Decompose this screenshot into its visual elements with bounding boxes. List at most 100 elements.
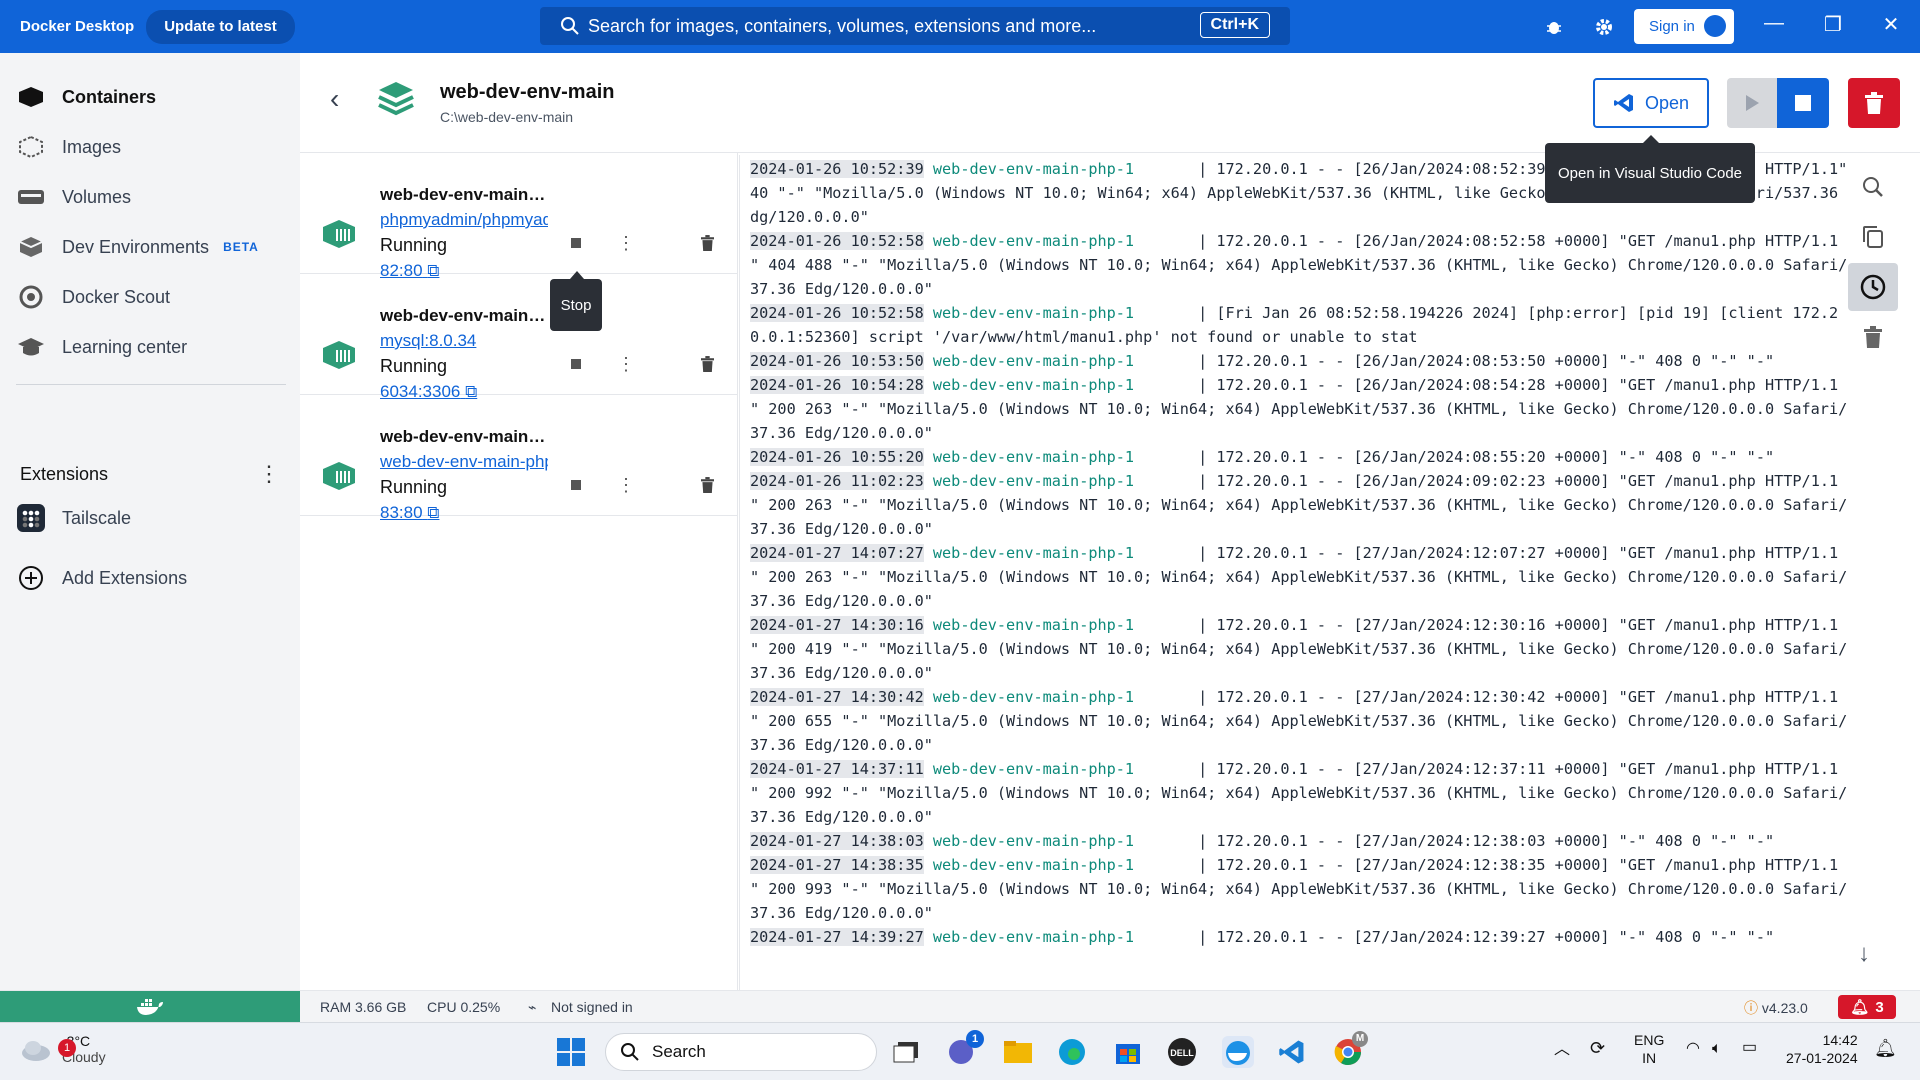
weather-widget[interactable]: 1 -3°C Cloudy: [20, 1033, 106, 1065]
log-timestamp: 2024-01-27 14:07:27: [750, 544, 924, 562]
docker-taskbar-icon[interactable]: [1222, 1036, 1254, 1068]
sync-icon[interactable]: ⟳: [1590, 1039, 1605, 1057]
taskbar-search[interactable]: Search: [605, 1033, 877, 1071]
container-icon: [323, 462, 355, 490]
version-label[interactable]: ⓘ v4.23.0: [1744, 998, 1808, 1018]
notifications-button[interactable]: 🔔︎ 3: [1838, 995, 1896, 1019]
gear-icon[interactable]: [1590, 13, 1618, 41]
container-image-link[interactable]: mysql:8.0.34: [380, 331, 548, 351]
log-message: | 172.20.0.1 - - [27/Jan/2024:12:07:27 +…: [1134, 544, 1839, 562]
sidebar-item-volumes[interactable]: Volumes: [16, 177, 131, 217]
container-image-link[interactable]: web-dev-env-main-php: [380, 452, 548, 472]
sidebar-item-dev-environments[interactable]: Dev Environments BETA: [16, 227, 259, 267]
delete-container-button[interactable]: [693, 350, 721, 378]
container-name[interactable]: web-dev-env-main-mysql-1: [380, 306, 550, 326]
sidebar-item-containers[interactable]: Containers: [16, 77, 156, 117]
start-button[interactable]: [555, 1036, 587, 1068]
container-image-link[interactable]: phpmyadmin/phpmyadmin: [380, 210, 548, 230]
bell-icon: 🔔︎: [1850, 999, 1870, 1016]
log-line: " 200 263 "-" "Mozilla/5.0 (Windows NT 1…: [750, 565, 1848, 589]
environment-header: ‹ web-dev-env-main C:\web-dev-env-main O…: [300, 53, 1920, 153]
sidebar-item-label: Containers: [62, 86, 157, 107]
log-line: 2024-01-27 14:38:35 web-dev-env-main-php…: [750, 853, 1838, 877]
trash-icon: [700, 477, 714, 493]
delete-container-button[interactable]: [693, 229, 721, 257]
global-search[interactable]: Search for images, containers, volumes, …: [540, 7, 1290, 45]
task-view-icon[interactable]: [890, 1036, 922, 1068]
chrome-icon[interactable]: M: [1332, 1031, 1368, 1068]
log-message: | 172.20.0.1 - - [26/Jan/2024:09:02:23 +…: [1134, 472, 1839, 490]
open-vscode-tooltip: Open in Visual Studio Code: [1545, 135, 1755, 203]
signin-status[interactable]: Not signed in: [551, 999, 633, 1015]
stop-container-button[interactable]: [562, 229, 590, 257]
container-port-link[interactable]: 83:80 ⧉: [380, 503, 439, 523]
stop-icon: [1795, 95, 1811, 111]
log-service: web-dev-env-main-php-1: [932, 544, 1135, 562]
close-icon[interactable]: ✕: [1876, 12, 1906, 37]
log-message: 37.36 Edg/120.0.0.0": [750, 280, 933, 298]
container-row[interactable]: web-dev-env-main-mysql-1 mysql:8.0.34 Ru…: [300, 274, 738, 401]
clock[interactable]: 14:42 27-01-2024: [1786, 1031, 1858, 1067]
more-options-icon[interactable]: ⋮: [612, 229, 640, 257]
stop-all-button[interactable]: [1777, 78, 1829, 128]
timestamps-toggle[interactable]: [1848, 263, 1898, 311]
learning-center-icon: [16, 332, 46, 362]
docker-engine-status[interactable]: [0, 991, 300, 1022]
log-service: web-dev-env-main-php-1: [932, 472, 1135, 490]
log-timestamp: 2024-01-26 10:54:28: [750, 376, 924, 394]
environment-path: C:\web-dev-env-main: [440, 109, 574, 125]
teams-badge: 1: [966, 1030, 984, 1048]
microsoft-store-icon[interactable]: [1112, 1036, 1144, 1068]
restore-icon[interactable]: ❐: [1818, 12, 1848, 37]
back-arrow-icon[interactable]: ‹: [330, 83, 339, 115]
container-name[interactable]: web-dev-env-main-php-1: [380, 427, 550, 447]
vscode-taskbar-icon[interactable]: [1276, 1036, 1308, 1068]
container-row[interactable]: web-dev-env-main-php-1 web-dev-env-main-…: [300, 395, 738, 522]
minimize-icon[interactable]: —: [1759, 12, 1789, 35]
chevron-up-icon[interactable]: ︿: [1554, 1041, 1570, 1059]
search-logs-button[interactable]: [1848, 163, 1898, 211]
file-explorer-icon[interactable]: [1002, 1036, 1034, 1068]
sidebar-item-add-extensions[interactable]: Add Extensions: [16, 558, 187, 598]
containers-icon: [16, 82, 46, 112]
delete-environment-button[interactable]: [1848, 78, 1900, 128]
log-message: | 172.20.0.1 - - [27/Jan/2024:12:39:27 +…: [1134, 928, 1775, 946]
log-timestamp: 2024-01-26 10:52:58: [750, 232, 924, 250]
sidebar-item-docker-scout[interactable]: Docker Scout: [16, 277, 170, 317]
open-vscode-button[interactable]: Open: [1593, 78, 1709, 128]
sidebar-item-learning-center[interactable]: Learning center: [16, 327, 187, 367]
copy-logs-button[interactable]: [1848, 213, 1898, 261]
notification-bell-icon[interactable]: 🔔︎: [1874, 1039, 1897, 1057]
log-message: " 200 419 "-" "Mozilla/5.0 (Windows NT 1…: [750, 640, 1848, 658]
update-button[interactable]: Update to latest: [146, 9, 295, 44]
page-title: web-dev-env-main: [440, 81, 615, 103]
sign-in-button[interactable]: Sign in: [1634, 9, 1734, 44]
log-viewer[interactable]: 2024-01-26 10:52:39 web-dev-env-main-php…: [739, 155, 1848, 990]
extensions-menu-icon[interactable]: ⋮: [258, 461, 280, 487]
bug-icon[interactable]: [1540, 13, 1568, 41]
stop-container-button[interactable]: [562, 350, 590, 378]
language-indicator[interactable]: ENG IN: [1634, 1031, 1664, 1067]
volume-icon[interactable]: 🔈︎: [1712, 1040, 1722, 1058]
stop-container-button[interactable]: [562, 471, 590, 499]
container-list: web-dev-env-main-phpmyadmin-1 phpmyadmin…: [300, 153, 738, 990]
start-button[interactable]: [1727, 78, 1777, 128]
battery-icon[interactable]: ▭: [1742, 1039, 1757, 1057]
container-name[interactable]: web-dev-env-main-phpmyadmin-1: [380, 185, 550, 205]
log-message: | 172.20.0.1 - - [27/Jan/2024:12:38:35 +…: [1134, 856, 1839, 874]
clear-logs-button[interactable]: [1848, 313, 1898, 361]
teams-icon[interactable]: 1: [946, 1030, 984, 1068]
dell-icon[interactable]: DELL: [1166, 1036, 1198, 1068]
language-region: IN: [1642, 1050, 1657, 1066]
delete-container-button[interactable]: [693, 471, 721, 499]
container-row[interactable]: web-dev-env-main-phpmyadmin-1 phpmyadmin…: [300, 153, 738, 280]
sidebar-item-images[interactable]: Images: [16, 127, 121, 167]
scroll-to-bottom-icon[interactable]: ↓: [1858, 940, 1888, 970]
edge-icon[interactable]: [1056, 1036, 1088, 1068]
volumes-icon: [16, 182, 46, 212]
sidebar-item-tailscale[interactable]: Tailscale: [16, 498, 131, 538]
wifi-icon[interactable]: ◠: [1686, 1040, 1700, 1058]
more-options-icon[interactable]: ⋮: [612, 350, 640, 378]
more-options-icon[interactable]: ⋮: [612, 471, 640, 499]
ram-usage: RAM 3.66 GB: [320, 999, 407, 1015]
